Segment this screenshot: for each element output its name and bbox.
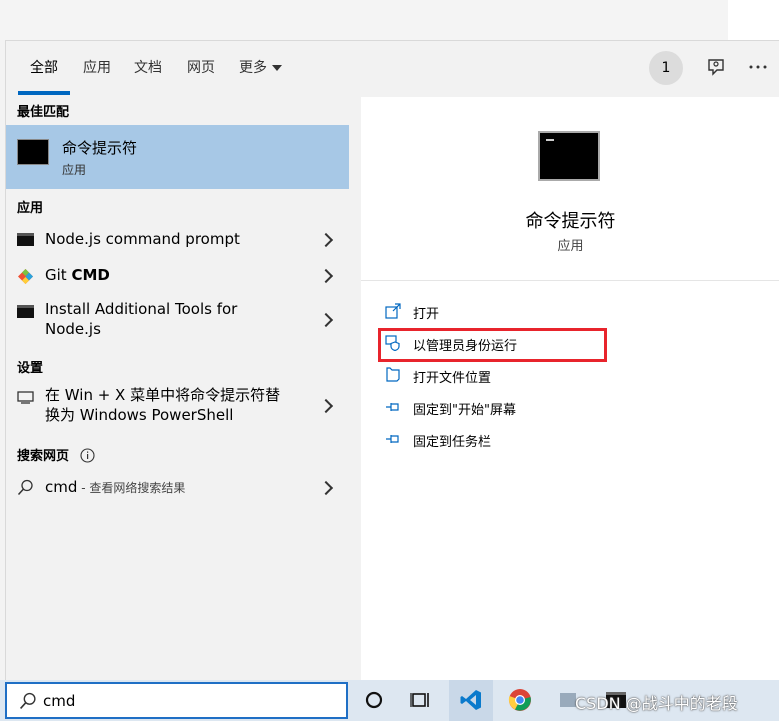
web-search-heading-label: 搜索网页 — [17, 449, 70, 464]
vscode-icon — [460, 690, 481, 710]
best-match-heading: 最佳匹配 — [17, 105, 70, 120]
task-view-icon[interactable] — [409, 688, 433, 712]
action-open[interactable]: 打开 — [385, 303, 585, 322]
annotation-highlight-box — [378, 328, 607, 362]
watermark: CSDN @战斗中的老段 — [575, 694, 738, 713]
command-prompt-icon — [17, 139, 49, 165]
web-search-item[interactable]: cmd - 查看网络搜索结果 — [6, 471, 349, 505]
best-match-title: 命令提示符 — [62, 139, 138, 157]
rewards-badge[interactable]: 1 — [649, 51, 683, 85]
action-pin-to-start[interactable]: 固定到"开始"屏幕 — [385, 399, 585, 418]
tab-all[interactable]: 全部 — [30, 57, 58, 77]
best-match-subtitle: 应用 — [62, 163, 87, 177]
pin-icon — [386, 403, 399, 411]
more-options-icon[interactable] — [747, 56, 769, 78]
monitor-icon — [17, 391, 34, 404]
chrome-icon[interactable] — [508, 688, 532, 712]
search-tabs: 全部 应用 文档 网页 更多 1 — [6, 41, 779, 97]
app-item-install-tools-nodejs[interactable]: Install Additional Tools for Node.js — [6, 295, 349, 347]
details-subtitle: 应用 — [557, 239, 584, 254]
action-open-file-location[interactable]: 打开文件位置 — [385, 367, 585, 386]
terminal-icon — [17, 233, 34, 246]
search-input[interactable] — [43, 690, 333, 712]
tab-web[interactable]: 网页 — [187, 57, 215, 77]
active-tab-indicator — [18, 91, 70, 95]
web-search-query: cmd — [45, 478, 78, 496]
tab-apps[interactable]: 应用 — [83, 57, 111, 77]
app-item-label-line2: Node.js — [45, 320, 101, 338]
settings-item-label-line1: 在 Win + X 菜单中将命令提示符替 — [45, 386, 281, 404]
app-item-label: Git CMD — [45, 265, 110, 285]
taskbar: CSDN @战斗中的老段 — [0, 680, 779, 721]
info-icon[interactable] — [79, 448, 95, 463]
chevron-right-icon[interactable] — [318, 480, 334, 496]
tab-more-label: 更多 — [239, 60, 267, 76]
best-match-item[interactable]: 命令提示符 应用 — [6, 125, 349, 189]
settings-heading: 设置 — [17, 361, 44, 376]
settings-item-winx-powershell[interactable]: 在 Win + X 菜单中将命令提示符替 换为 Windows PowerShe… — [6, 381, 349, 431]
divider — [361, 280, 779, 281]
chevron-right-icon[interactable] — [318, 232, 334, 248]
app-item-label-prefix: Git — [45, 266, 72, 284]
settings-item-label-line2: 换为 Windows PowerShell — [45, 406, 234, 424]
command-prompt-large-icon — [538, 131, 600, 181]
app-item-label-line1: Install Additional Tools for — [45, 300, 238, 318]
chevron-right-icon[interactable] — [318, 398, 334, 414]
search-icon — [20, 692, 36, 709]
app-item-label: Node.js command prompt — [45, 230, 240, 248]
web-search-label: cmd - 查看网络搜索结果 — [45, 477, 185, 498]
git-icon — [18, 269, 33, 284]
action-pin-to-start-label: 固定到"开始"屏幕 — [413, 403, 516, 418]
start-search-panel: 全部 应用 文档 网页 更多 1 最佳匹配 命令提示符 应用 应用 Node.j… — [5, 40, 779, 681]
background-window — [0, 0, 728, 40]
vscode-taskbar-slot[interactable] — [449, 680, 493, 721]
action-pin-to-taskbar[interactable]: 固定到任务栏 — [385, 431, 585, 450]
feedback-icon[interactable] — [705, 56, 727, 78]
chevron-right-icon[interactable] — [318, 268, 334, 284]
chevron-right-icon[interactable] — [318, 312, 334, 328]
details-title: 命令提示符 — [525, 211, 616, 232]
chevron-down-icon — [272, 65, 282, 71]
apps-heading: 应用 — [17, 201, 44, 216]
details-pane: 命令提示符 应用 打开 以管理员身份运行 打开文件位置 固定到"开始"屏幕 固定… — [361, 97, 779, 681]
folder-icon — [386, 367, 400, 382]
action-open-label: 打开 — [413, 307, 440, 322]
cortana-icon[interactable] — [362, 688, 386, 712]
action-pin-to-taskbar-label: 固定到任务栏 — [413, 435, 492, 450]
terminal-icon — [17, 305, 34, 318]
app-item-nodejs-command-prompt[interactable]: Node.js command prompt — [6, 223, 349, 257]
tab-documents[interactable]: 文档 — [134, 57, 162, 77]
web-search-hint: - 查看网络搜索结果 — [77, 481, 186, 495]
web-search-heading: 搜索网页 — [17, 445, 95, 464]
taskbar-search-box[interactable] — [5, 682, 348, 719]
search-icon — [17, 479, 33, 496]
results-pane: 最佳匹配 命令提示符 应用 应用 Node.js command prompt … — [6, 97, 349, 681]
app-item-git-cmd[interactable]: Git CMD — [6, 259, 349, 293]
open-icon — [385, 303, 401, 319]
pin-icon — [386, 435, 399, 443]
tab-more[interactable]: 更多 — [239, 57, 282, 77]
background-window-right — [728, 0, 779, 40]
app-item-label-bold: CMD — [71, 266, 110, 284]
action-open-file-location-label: 打开文件位置 — [413, 371, 492, 386]
